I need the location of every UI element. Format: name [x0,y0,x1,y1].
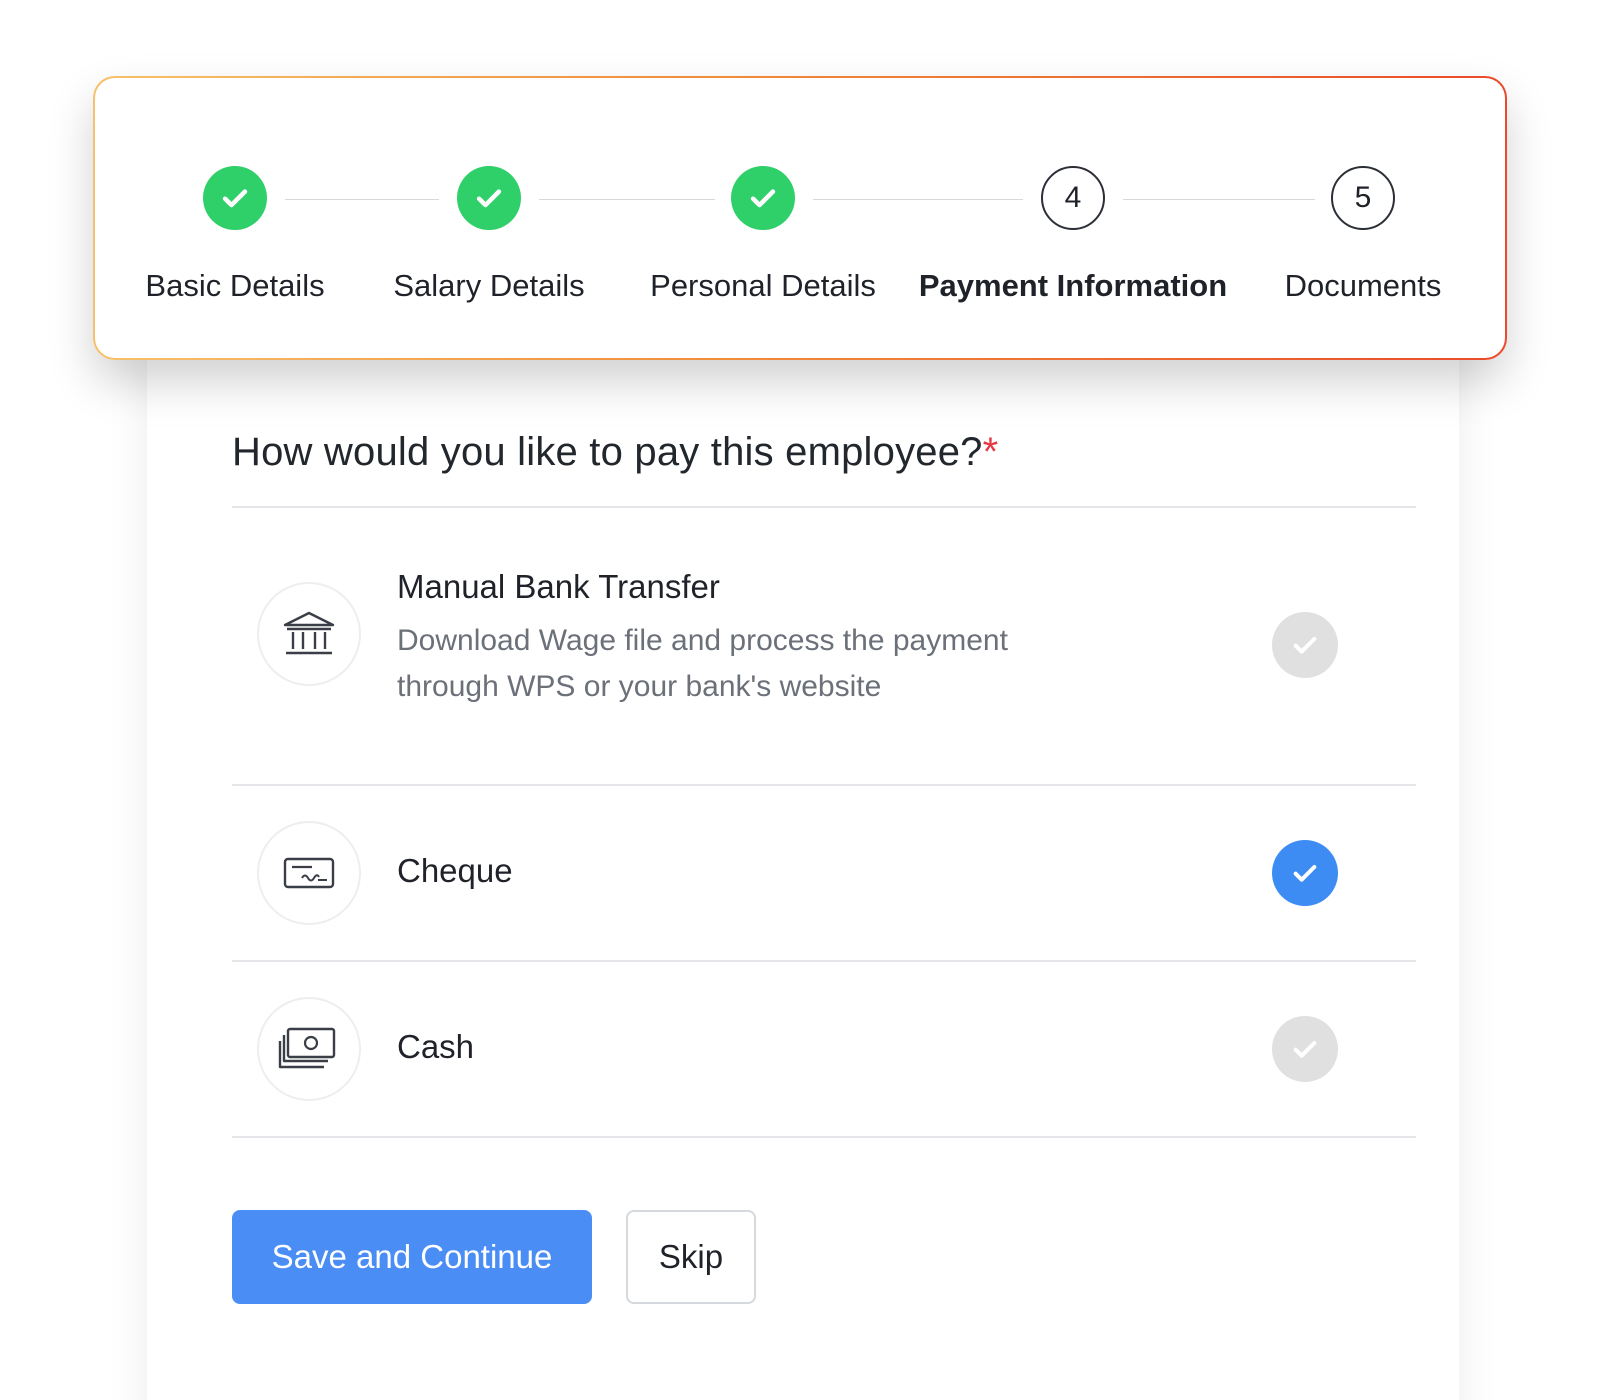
step-number-badge: 4 [1041,166,1105,230]
option-manual-bank-transfer[interactable]: Manual Bank Transfer Download Wage file … [232,508,1416,784]
required-marker: * [982,430,999,474]
step-label: Payment Information [918,268,1228,303]
step-label: Salary Details [393,268,585,303]
step-salary-details[interactable]: Salary Details [359,166,619,304]
step-number-badge: 5 [1331,166,1395,230]
step-personal-details[interactable]: Personal Details [633,166,893,304]
step-payment-information[interactable]: 4 Payment Information [919,166,1227,304]
option-cheque[interactable]: Cheque [232,786,1416,960]
step-complete-check-icon [731,166,795,230]
step-complete-check-icon [203,166,267,230]
step-documents[interactable]: 5 Documents [1233,166,1493,304]
save-and-continue-button[interactable]: Save and Continue [232,1210,592,1304]
payment-method-question: How would you like to pay this employee?… [232,430,999,474]
step-complete-check-icon [457,166,521,230]
option-cash[interactable]: Cash [232,962,1416,1136]
unselected-check-icon[interactable] [1272,1016,1338,1082]
step-label: Documents [1284,268,1442,303]
cheque-icon [257,821,361,925]
option-title: Cheque [397,852,513,889]
unselected-check-icon[interactable] [1272,612,1338,678]
step-label: Basic Details [145,268,325,303]
page: Basic Details Salary Details Personal De… [0,0,1600,1400]
skip-button[interactable]: Skip [626,1210,756,1304]
selected-check-icon[interactable] [1272,840,1338,906]
divider [232,1136,1416,1138]
cash-icon [257,997,361,1101]
step-basic-details[interactable]: Basic Details [105,166,365,304]
option-title: Manual Bank Transfer [397,568,720,605]
step-label: Personal Details [650,268,876,303]
bank-icon [257,582,361,686]
progress-stepper: Basic Details Salary Details Personal De… [93,76,1507,360]
option-title: Cash [397,1028,475,1065]
option-description: Download Wage file and process the payme… [397,624,1008,703]
